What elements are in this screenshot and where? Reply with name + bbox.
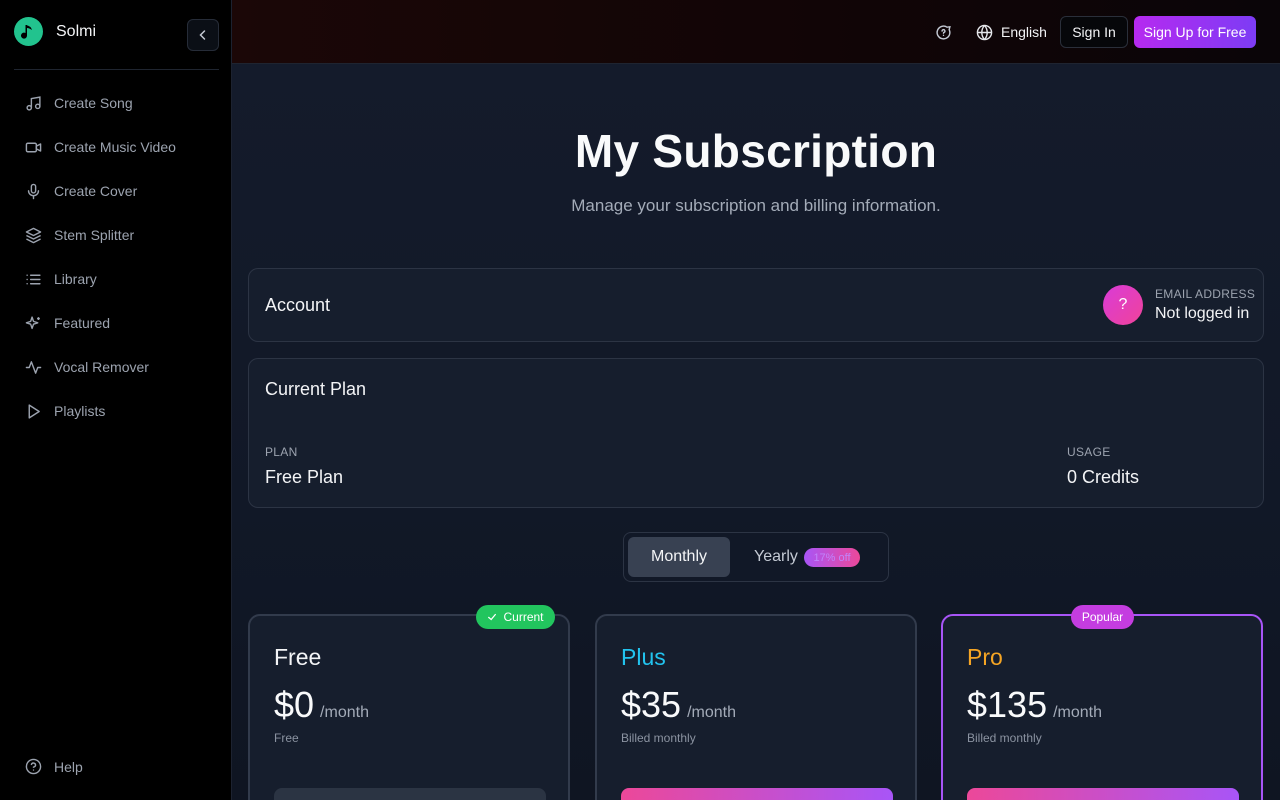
sidebar-item-featured[interactable]: Featured bbox=[0, 301, 232, 345]
page-subtitle: Manage your subscription and billing inf… bbox=[571, 196, 941, 215]
tier-name: Pro bbox=[967, 644, 1003, 670]
tier-billing-note: Billed monthly bbox=[967, 731, 1042, 745]
collapse-sidebar-button[interactable] bbox=[187, 19, 219, 51]
discount-badge: 17% off bbox=[804, 548, 860, 567]
popular-badge: Popular bbox=[1071, 605, 1134, 629]
list-icon bbox=[26, 274, 41, 284]
tier-price-amount: $135 bbox=[967, 684, 1048, 725]
main-content: My Subscription Manage your subscription… bbox=[232, 64, 1280, 800]
sign-in-button[interactable]: Sign In bbox=[1060, 16, 1128, 48]
billing-period-toggle: Monthly Yearly 17% off bbox=[623, 532, 889, 582]
sidebar-item-label: Featured bbox=[54, 315, 111, 331]
yearly-toggle-button[interactable]: Yearly bbox=[754, 548, 798, 566]
sidebar-item-label: Create Music Video bbox=[54, 139, 176, 155]
tier-price-period: /month bbox=[320, 704, 369, 721]
email-value: Not logged in bbox=[1155, 305, 1250, 322]
sidebar-item-create-song[interactable]: Create Song bbox=[0, 81, 232, 125]
plan-value: Free Plan bbox=[265, 467, 344, 487]
language-label: English bbox=[1001, 24, 1047, 40]
usage-value: 0 Credits bbox=[1067, 467, 1140, 487]
tier-name: Plus bbox=[621, 644, 666, 670]
tier-card-free: Current Free $0/month Free bbox=[248, 605, 570, 800]
current-plan-title: Current Plan bbox=[265, 379, 367, 399]
sidebar-item-label: Create Cover bbox=[54, 183, 138, 199]
tier-price-period: /month bbox=[687, 704, 736, 721]
help-circle-icon bbox=[25, 758, 42, 775]
help-label: Help bbox=[54, 758, 83, 775]
plan-label: PLAN bbox=[265, 445, 298, 459]
plus-plan-button[interactable] bbox=[621, 788, 893, 800]
sidebar-item-stem-splitter[interactable]: Stem Splitter bbox=[0, 213, 232, 257]
sidebar-item-playlists[interactable]: Playlists bbox=[0, 389, 232, 433]
avatar: ? bbox=[1103, 285, 1143, 325]
tier-card-plus: Plus $35/month Billed monthly bbox=[595, 614, 917, 800]
help-link[interactable]: Help bbox=[25, 758, 83, 775]
tier-price-amount: $35 bbox=[621, 684, 682, 725]
sidebar-item-vocal-remover[interactable]: Vocal Remover bbox=[0, 345, 232, 389]
waveform-icon bbox=[25, 360, 42, 374]
music-note-icon bbox=[26, 95, 41, 111]
account-card: Account ? EMAIL ADDRESS Not logged in bbox=[248, 268, 1264, 342]
sidebar-divider bbox=[14, 69, 219, 70]
brand-name: Solmi bbox=[56, 22, 97, 40]
tier-billing-note: Billed monthly bbox=[621, 731, 696, 745]
free-plan-button[interactable] bbox=[274, 788, 546, 800]
sidebar-item-label: Library bbox=[54, 271, 97, 287]
sidebar-item-create-cover[interactable]: Create Cover bbox=[0, 169, 232, 213]
layers-icon bbox=[25, 227, 42, 243]
sidebar-item-library[interactable]: Library bbox=[0, 257, 232, 301]
page-title: My Subscription bbox=[574, 125, 938, 177]
current-badge: Current bbox=[476, 605, 555, 629]
globe-icon bbox=[976, 24, 993, 40]
sidebar-item-label: Playlists bbox=[54, 403, 106, 419]
top-bar: English Sign In Sign Up for Free bbox=[232, 0, 1280, 64]
sidebar-item-create-music-video[interactable]: Create Music Video bbox=[0, 125, 232, 169]
tier-billing-note: Free bbox=[274, 731, 299, 745]
microphone-icon bbox=[27, 183, 40, 199]
email-label: EMAIL ADDRESS bbox=[1155, 287, 1256, 301]
sparkles-icon bbox=[25, 315, 40, 329]
sidebar: Solmi Create Song Create Music Video Cre… bbox=[0, 0, 232, 800]
current-badge-label: Current bbox=[503, 610, 544, 624]
chat-question-icon bbox=[935, 24, 951, 40]
feedback-button[interactable] bbox=[932, 22, 954, 42]
tier-name: Free bbox=[274, 644, 322, 670]
tier-price: $135/month bbox=[967, 684, 1102, 726]
video-camera-icon bbox=[25, 142, 42, 152]
language-selector[interactable]: English bbox=[976, 20, 1047, 44]
chevron-left-icon bbox=[199, 30, 206, 40]
sidebar-item-label: Stem Splitter bbox=[54, 227, 135, 243]
sign-up-button[interactable]: Sign Up for Free bbox=[1134, 16, 1256, 48]
sidebar-item-label: Create Song bbox=[54, 95, 133, 111]
check-icon bbox=[488, 613, 497, 621]
sidebar-item-label: Vocal Remover bbox=[54, 359, 149, 375]
brand[interactable]: Solmi bbox=[14, 17, 96, 46]
sidebar-nav: Create Song Create Music Video Create Co… bbox=[0, 81, 232, 433]
account-title: Account bbox=[265, 295, 331, 315]
usage-label: USAGE bbox=[1067, 445, 1111, 459]
play-icon bbox=[28, 403, 40, 419]
tier-price-amount: $0 bbox=[274, 684, 315, 725]
tier-price-period: /month bbox=[1053, 704, 1103, 721]
current-plan-card: Current Plan PLAN Free Plan USAGE 0 Cred… bbox=[248, 358, 1264, 508]
tier-card-pro: Popular Pro $135/month Billed monthly bbox=[941, 605, 1263, 800]
tier-price: $0/month bbox=[274, 684, 369, 726]
pro-plan-button[interactable] bbox=[967, 788, 1239, 800]
monthly-toggle-button[interactable]: Monthly bbox=[628, 537, 730, 577]
solmi-logo-icon bbox=[14, 17, 43, 46]
tier-price: $35/month bbox=[621, 684, 736, 726]
